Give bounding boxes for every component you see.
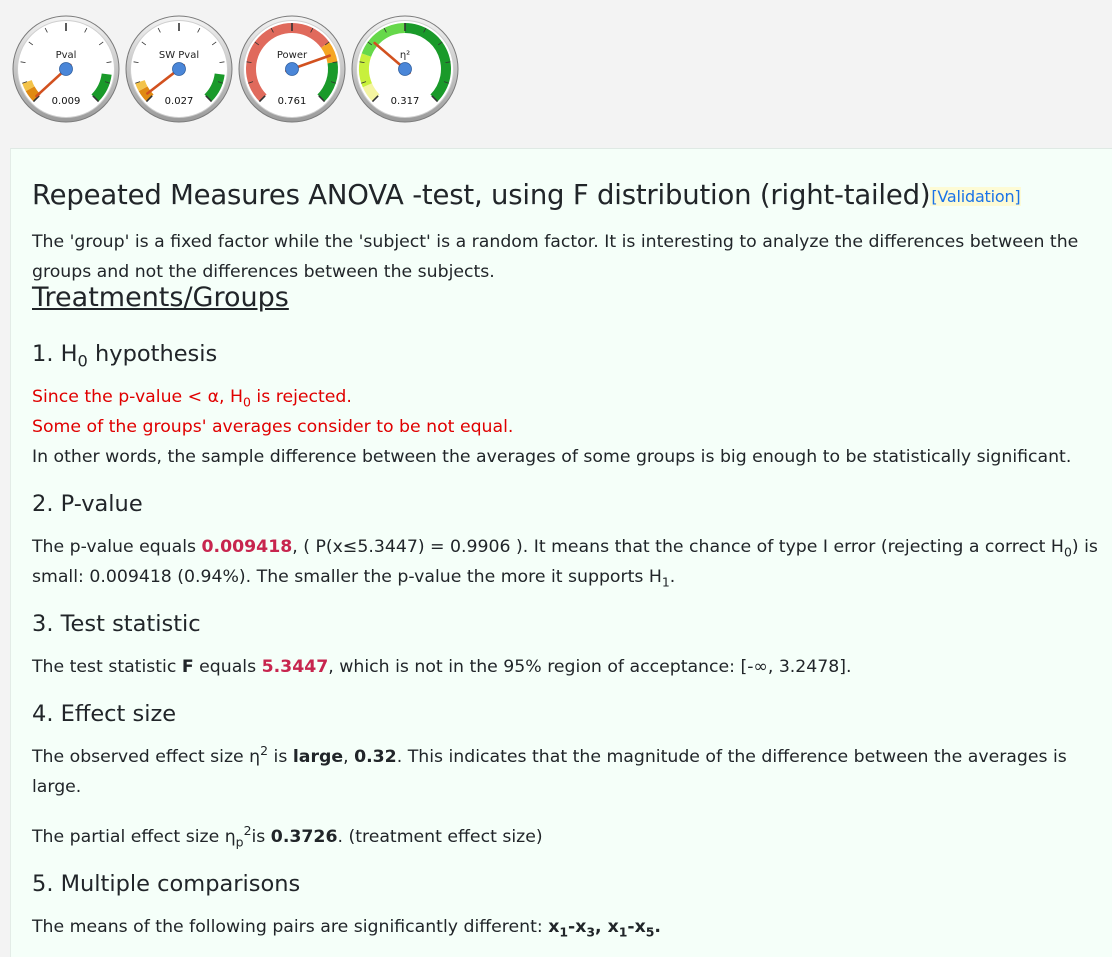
gauge-label: Power	[277, 50, 308, 61]
effect-size-heading: 4. Effect size	[32, 701, 177, 727]
treatments-groups-heading: Treatments/Groups	[32, 282, 289, 313]
hypothesis-heading: 1. H0 hypothesis	[32, 341, 218, 371]
pvalue-value: 0.009418	[201, 537, 293, 557]
gauge-value: 0.317	[391, 96, 420, 107]
gauge-hub	[398, 62, 412, 76]
gauge-hub	[59, 62, 73, 76]
gauge-pval-dial: Pval 0.009	[12, 15, 120, 123]
validation-link[interactable]: [Validation]	[930, 187, 1022, 206]
reject-statement: Since the p-value < α, H0 is rejected.	[32, 387, 352, 410]
results-panel: Repeated Measures ANOVA -test, using F d…	[10, 148, 1112, 957]
effect-size-paragraph: The observed effect size η2 is large, 0.…	[32, 743, 1067, 797]
multiple-comparisons-heading: 5. Multiple comparisons	[32, 871, 301, 897]
gauge-sw-pval-dial: SW Pval 0.027	[125, 15, 233, 123]
pvalue-heading: 2. P-value	[32, 491, 143, 517]
groups-not-equal-statement: Some of the groups' averages consider to…	[32, 417, 514, 437]
gauge-hub	[172, 62, 186, 76]
pvalue-paragraph: The p-value equals 0.009418, ( P(x≤5.344…	[32, 537, 1098, 590]
gauge-power: Power 0.761	[238, 15, 346, 123]
gauge-value: 0.761	[278, 96, 307, 107]
gauge-value: 0.027	[165, 96, 194, 107]
gauge-hub	[285, 62, 299, 76]
partial-effect-size-paragraph: The partial effect size ηp2is 0.3726. (t…	[32, 823, 543, 850]
gauge-label: Pval	[56, 50, 77, 61]
page-title: Repeated Measures ANOVA -test, using F d…	[32, 179, 1022, 211]
gauge-label: η²	[400, 50, 410, 61]
gauge-eta-squared: η² 0.317	[351, 15, 459, 123]
gauge-sw-pval: SW Pval 0.027	[125, 15, 233, 123]
multiple-comparisons-paragraph: The means of the following pairs are sig…	[32, 917, 661, 940]
pair-2: x1-x5.	[607, 917, 661, 940]
intro-text: The 'group' is a fixed factor while the …	[32, 232, 1079, 282]
pair-1: x1-x3,	[548, 917, 608, 940]
title-text: Repeated Measures ANOVA -test, using F d…	[32, 179, 931, 211]
gauge-power-dial: Power 0.761	[238, 15, 346, 123]
gauge-eta-squared-dial: η² 0.317	[351, 15, 459, 123]
gauge-value: 0.009	[52, 96, 81, 107]
test-statistic-heading: 3. Test statistic	[32, 611, 201, 637]
in-other-words-statement: In other words, the sample difference be…	[32, 447, 1072, 467]
gauges-bar: Pval 0.009 SW Pval 0.027 Power 0.761 η² 0.31…	[0, 0, 1112, 140]
test-statistic-value: 5.3447	[261, 657, 329, 677]
gauge-label: SW Pval	[159, 50, 199, 61]
test-statistic-paragraph: The test statistic F equals 5.3447, whic…	[32, 657, 852, 677]
gauge-pval: Pval 0.009	[12, 15, 120, 123]
